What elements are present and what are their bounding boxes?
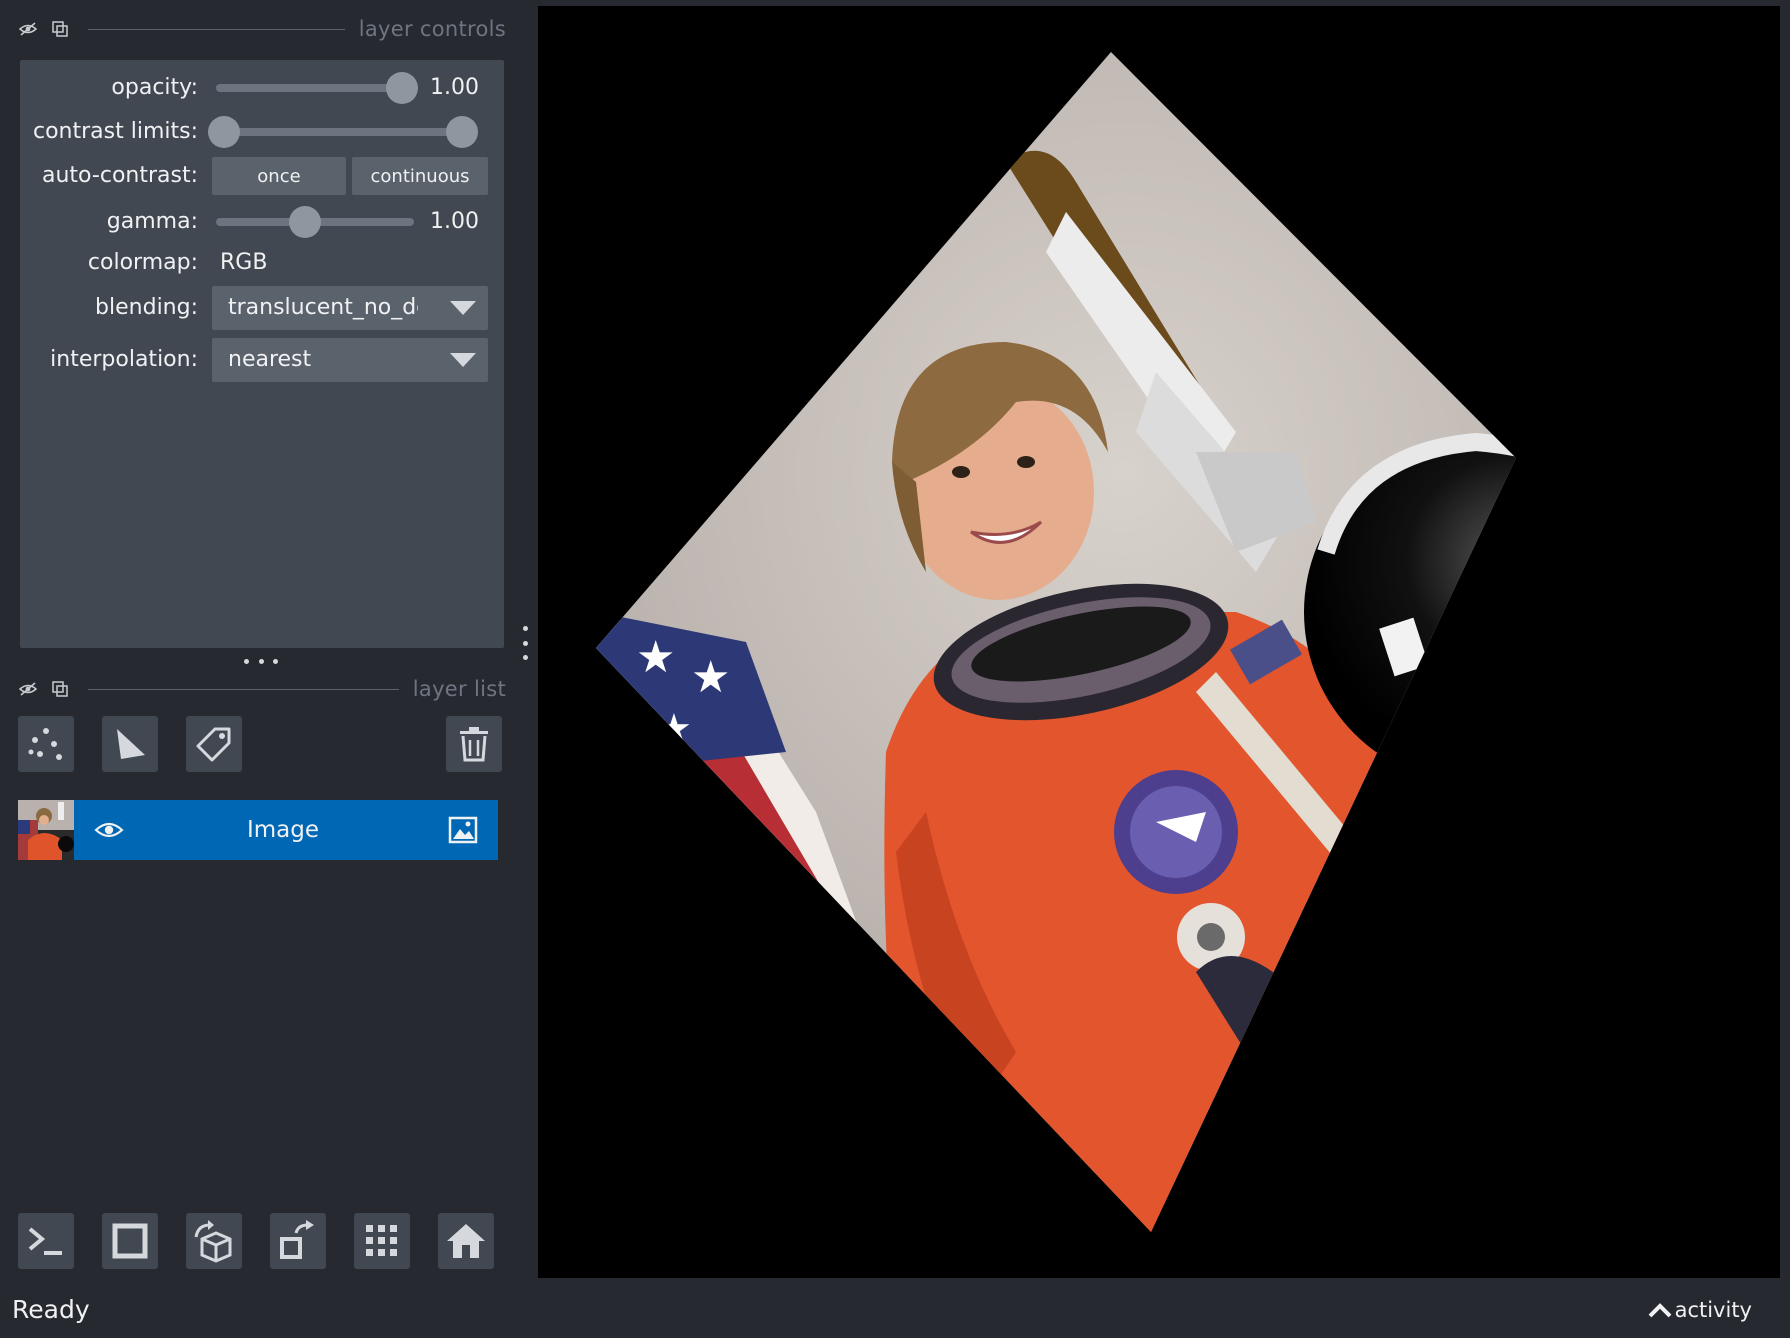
layer-controls-panel: opacity: 1.00 contrast limits: auto-cont… bbox=[20, 60, 504, 648]
reset-view-button[interactable] bbox=[438, 1213, 494, 1269]
opacity-row: opacity: 1.00 bbox=[20, 68, 504, 108]
dropdown-arrow-icon bbox=[450, 301, 476, 315]
trash-icon bbox=[460, 727, 488, 762]
tag-icon bbox=[196, 727, 231, 762]
layer-name: Image bbox=[246, 817, 320, 843]
colormap-value: RGB bbox=[220, 250, 268, 275]
dock-splitter-handle[interactable] bbox=[244, 656, 278, 666]
opacity-slider-track[interactable] bbox=[216, 84, 402, 92]
contrast-limits-row: contrast limits: bbox=[20, 112, 504, 152]
points-icon bbox=[28, 728, 62, 760]
header-divider bbox=[88, 28, 345, 30]
float-panel-icon[interactable] bbox=[50, 19, 70, 39]
home-icon bbox=[447, 1224, 485, 1258]
interpolation-select[interactable]: nearest bbox=[212, 338, 488, 382]
layer-thumbnail bbox=[18, 800, 74, 860]
svg-text:★: ★ bbox=[636, 632, 675, 683]
layer-list-title: layer list bbox=[412, 677, 506, 701]
toggle-grid-button[interactable] bbox=[354, 1213, 410, 1269]
eye-hidden-icon[interactable] bbox=[18, 19, 38, 39]
header-divider bbox=[88, 688, 399, 690]
colormap-row: colormap: RGB bbox=[20, 243, 504, 283]
layer-list-header: layer list bbox=[18, 672, 506, 706]
image-layer-type-icon bbox=[448, 816, 478, 844]
auto-contrast-once-button[interactable]: once bbox=[212, 157, 346, 195]
console-button[interactable] bbox=[18, 1213, 74, 1269]
new-points-layer-button[interactable] bbox=[18, 716, 74, 772]
toggle-ndisplay-button[interactable] bbox=[102, 1213, 158, 1269]
interpolation-label: interpolation: bbox=[50, 347, 198, 372]
interpolation-row: interpolation: nearest bbox=[20, 338, 504, 382]
chevron-up-icon bbox=[1648, 1303, 1671, 1318]
blending-select[interactable]: translucent_no_depth bbox=[212, 286, 488, 330]
dropdown-arrow-icon bbox=[450, 353, 476, 367]
auto-contrast-row: auto-contrast: once continuous bbox=[20, 156, 504, 196]
blending-row: blending: translucent_no_depth bbox=[20, 286, 504, 330]
terminal-icon bbox=[28, 1227, 62, 1255]
contrast-limits-low-handle[interactable] bbox=[208, 116, 240, 148]
visibility-eye-icon[interactable] bbox=[92, 816, 126, 844]
gamma-value: 1.00 bbox=[430, 209, 479, 234]
layer-controls-header: layer controls bbox=[18, 12, 506, 46]
contrast-limits-slider-track[interactable] bbox=[216, 128, 470, 136]
napari-window: layer controls opacity: 1.00 contrast li… bbox=[0, 0, 1790, 1338]
svg-text:★: ★ bbox=[691, 652, 730, 703]
roll-dimensions-button[interactable] bbox=[186, 1213, 242, 1269]
auto-contrast-continuous-button[interactable]: continuous bbox=[352, 157, 488, 195]
activity-label: activity bbox=[1674, 1298, 1752, 1322]
contrast-limits-label: contrast limits: bbox=[33, 119, 198, 144]
new-shapes-layer-button[interactable] bbox=[102, 716, 158, 772]
contrast-limits-high-handle[interactable] bbox=[446, 116, 478, 148]
colormap-label: colormap: bbox=[87, 250, 198, 275]
transpose-dimensions-button[interactable] bbox=[270, 1213, 326, 1269]
activity-button[interactable]: activity bbox=[1647, 1298, 1752, 1322]
auto-contrast-label: auto-contrast: bbox=[41, 163, 198, 188]
gamma-row: gamma: 1.00 bbox=[20, 202, 504, 242]
rotated-astronaut-image: ★ ★ ★ bbox=[596, 52, 1516, 1232]
shapes-icon bbox=[117, 729, 145, 759]
layer-controls-title: layer controls bbox=[358, 17, 506, 41]
blending-selected-value: translucent_no_depth bbox=[228, 295, 418, 320]
gamma-slider-handle[interactable] bbox=[289, 206, 322, 238]
svg-text:★: ★ bbox=[656, 706, 692, 752]
rotate-cube-icon bbox=[194, 1220, 232, 1263]
opacity-label: opacity: bbox=[111, 75, 198, 100]
interpolation-selected-value: nearest bbox=[228, 347, 312, 372]
canvas-splitter-handle[interactable] bbox=[521, 626, 529, 660]
layer-item-image[interactable]: Image bbox=[18, 800, 498, 860]
transpose-icon bbox=[280, 1220, 314, 1259]
float-panel-icon[interactable] bbox=[50, 679, 70, 699]
gamma-label: gamma: bbox=[106, 209, 198, 234]
new-labels-layer-button[interactable] bbox=[186, 716, 242, 772]
delete-layer-button[interactable] bbox=[446, 716, 502, 772]
square-icon bbox=[112, 1223, 148, 1259]
viewer-canvas[interactable]: ★ ★ ★ bbox=[538, 6, 1780, 1278]
blending-label: blending: bbox=[95, 295, 198, 320]
eye-hidden-icon[interactable] bbox=[18, 679, 38, 699]
status-text: Ready bbox=[12, 1295, 90, 1324]
grid-icon bbox=[366, 1225, 397, 1256]
opacity-slider-handle[interactable] bbox=[386, 72, 418, 104]
opacity-value: 1.00 bbox=[430, 75, 479, 100]
